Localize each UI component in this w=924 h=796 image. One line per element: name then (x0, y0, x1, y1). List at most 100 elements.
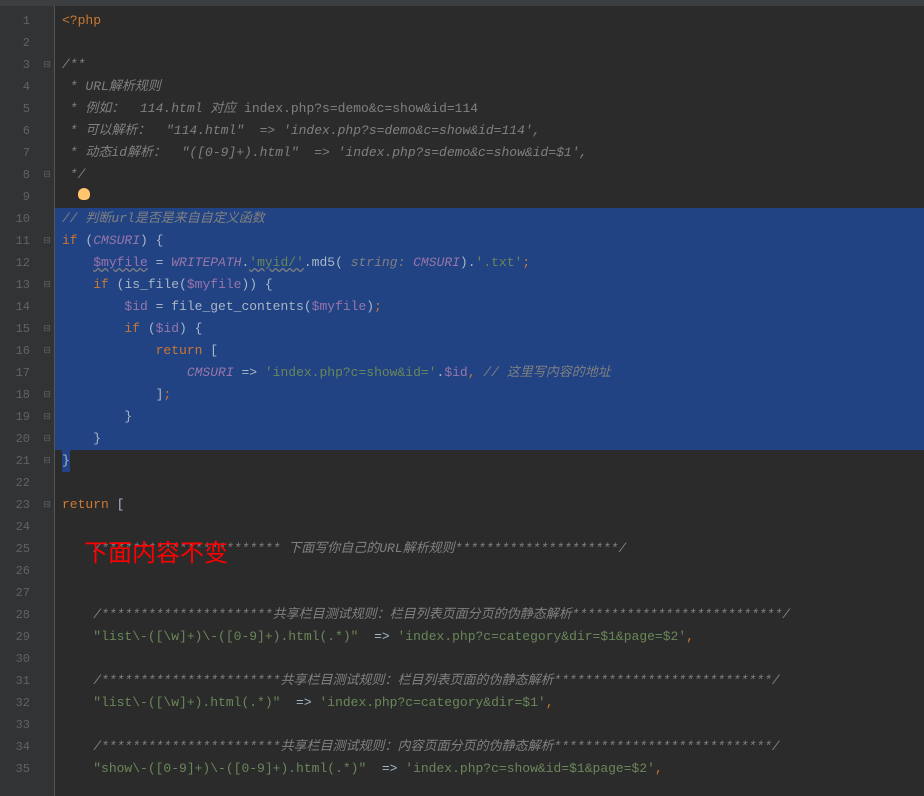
code-line[interactable]: /**********************共享栏目测试规则：栏目列表页面分页… (54, 604, 924, 626)
code-line[interactable]: * URL解析规则 (54, 76, 924, 98)
fold-marker[interactable]: ⊟ (40, 230, 54, 252)
line-number[interactable]: 21 (0, 450, 40, 472)
fold-marker[interactable] (40, 472, 54, 494)
php-tag: <?php (62, 13, 101, 28)
fold-marker[interactable]: ⊟ (40, 164, 54, 186)
code-line[interactable]: * 动态id解析： "([0-9]+).html" => 'index.php?… (54, 142, 924, 164)
fold-marker[interactable] (40, 252, 54, 274)
line-number[interactable]: 17 (0, 362, 40, 384)
code-line[interactable]: */ (54, 164, 924, 186)
fold-marker[interactable] (40, 10, 54, 32)
code-line[interactable]: CMSURI => 'index.php?c=show&id='.$id, //… (54, 362, 924, 384)
fold-marker[interactable]: ⊟ (40, 428, 54, 450)
code-line[interactable]: <?php (54, 10, 924, 32)
code-line[interactable]: $id = file_get_contents($myfile); (54, 296, 924, 318)
line-number[interactable]: 3 (0, 54, 40, 76)
line-number[interactable]: 13 (0, 274, 40, 296)
line-number[interactable]: 19 (0, 406, 40, 428)
lightbulb-icon[interactable] (78, 188, 90, 200)
fold-marker[interactable] (40, 32, 54, 54)
line-number[interactable]: 27 (0, 582, 40, 604)
fold-marker[interactable] (40, 296, 54, 318)
line-number[interactable]: 20 (0, 428, 40, 450)
func-call: is_file (124, 277, 179, 292)
line-number[interactable]: 10 (0, 208, 40, 230)
line-number[interactable]: 6 (0, 120, 40, 142)
code-line[interactable]: if ($id) { (54, 318, 924, 340)
fold-marker[interactable]: ⊟ (40, 318, 54, 340)
fold-marker[interactable] (40, 76, 54, 98)
code-line[interactable] (54, 560, 924, 582)
code-line[interactable]: * 例如： 114.html 对应 index.php?s=demo&c=sho… (54, 98, 924, 120)
code-line[interactable]: ]; (54, 384, 924, 406)
code-line[interactable]: if (CMSURI) { (54, 230, 924, 252)
line-number[interactable]: 28 (0, 604, 40, 626)
line-number[interactable]: 18 (0, 384, 40, 406)
code-line[interactable]: /*********************** 下面写你自己的URL解析规则*… (54, 538, 924, 560)
line-number[interactable]: 30 (0, 648, 40, 670)
line-number[interactable]: 15 (0, 318, 40, 340)
code-line[interactable]: "list\-([\w]+).html(.*)" => 'index.php?c… (54, 692, 924, 714)
fold-marker[interactable] (40, 186, 54, 208)
code-editor[interactable]: 1 2 3 4 5 6 7 8 9 10 11 12 13 14 15 16 1… (0, 6, 924, 796)
code-line[interactable]: // 判断url是否是来自自定义函数 (54, 208, 924, 230)
code-line[interactable]: return [ (54, 494, 924, 516)
fold-marker[interactable]: ⊟ (40, 54, 54, 76)
line-number[interactable]: 22 (0, 472, 40, 494)
fold-marker[interactable]: ⊟ (40, 340, 54, 362)
line-number[interactable]: 12 (0, 252, 40, 274)
code-line[interactable] (54, 516, 924, 538)
line-number[interactable]: 24 (0, 516, 40, 538)
code-line[interactable] (54, 472, 924, 494)
line-number[interactable]: 1 (0, 10, 40, 32)
fold-marker[interactable] (40, 98, 54, 120)
code-line[interactable] (54, 582, 924, 604)
line-number[interactable]: 35 (0, 758, 40, 780)
fold-marker[interactable]: ⊟ (40, 450, 54, 472)
fold-marker[interactable]: ⊟ (40, 384, 54, 406)
code-line[interactable]: } (54, 428, 924, 450)
line-number[interactable]: 25 (0, 538, 40, 560)
code-line[interactable]: $myfile = WRITEPATH.'myid/'.md5( string:… (54, 252, 924, 274)
line-number-gutter[interactable]: 1 2 3 4 5 6 7 8 9 10 11 12 13 14 15 16 1… (0, 6, 40, 796)
line-number[interactable]: 29 (0, 626, 40, 648)
fold-marker[interactable] (40, 362, 54, 384)
code-line[interactable]: * 可以解析： "114.html" => 'index.php?s=demo&… (54, 120, 924, 142)
fold-marker[interactable] (40, 120, 54, 142)
code-line[interactable]: } (54, 450, 924, 472)
fold-marker[interactable] (40, 142, 54, 164)
line-number[interactable]: 11 (0, 230, 40, 252)
line-number[interactable]: 32 (0, 692, 40, 714)
line-number[interactable]: 4 (0, 76, 40, 98)
line-number[interactable]: 7 (0, 142, 40, 164)
fold-marker[interactable]: ⊟ (40, 494, 54, 516)
line-number[interactable]: 9 (0, 186, 40, 208)
line-number[interactable]: 33 (0, 714, 40, 736)
line-number[interactable]: 2 (0, 32, 40, 54)
code-line[interactable] (54, 648, 924, 670)
code-line[interactable]: /** (54, 54, 924, 76)
fold-marker[interactable]: ⊟ (40, 406, 54, 428)
line-number[interactable]: 14 (0, 296, 40, 318)
code-line[interactable]: } (54, 406, 924, 428)
line-number[interactable]: 8 (0, 164, 40, 186)
code-line[interactable] (54, 32, 924, 54)
code-line[interactable]: "show\-([0-9]+)\-([0-9]+).html(.*)" => '… (54, 758, 924, 780)
line-number[interactable]: 23 (0, 494, 40, 516)
fold-marker[interactable] (40, 208, 54, 230)
line-number[interactable]: 16 (0, 340, 40, 362)
code-line[interactable]: /***********************共享栏目测试规则：栏目列表页面的… (54, 670, 924, 692)
code-line[interactable] (54, 714, 924, 736)
fold-column[interactable]: ⊟ ⊟ ⊟ ⊟ ⊟ ⊟ ⊟ ⊟ ⊟ ⊟ ⊟ (40, 6, 54, 796)
code-line[interactable]: if (is_file($myfile)) { (54, 274, 924, 296)
code-line[interactable]: /***********************共享栏目测试规则：内容页面分页的… (54, 736, 924, 758)
line-number[interactable]: 26 (0, 560, 40, 582)
code-line[interactable]: "list\-([\w]+)\-([0-9]+).html(.*)" => 'i… (54, 626, 924, 648)
line-number[interactable]: 34 (0, 736, 40, 758)
code-line[interactable] (54, 186, 924, 208)
line-number[interactable]: 31 (0, 670, 40, 692)
fold-marker[interactable]: ⊟ (40, 274, 54, 296)
line-number[interactable]: 5 (0, 98, 40, 120)
code-line[interactable]: return [ (54, 340, 924, 362)
code-content[interactable]: <?php /** * URL解析规则 * 例如： 114.html 对应 in… (54, 6, 924, 796)
